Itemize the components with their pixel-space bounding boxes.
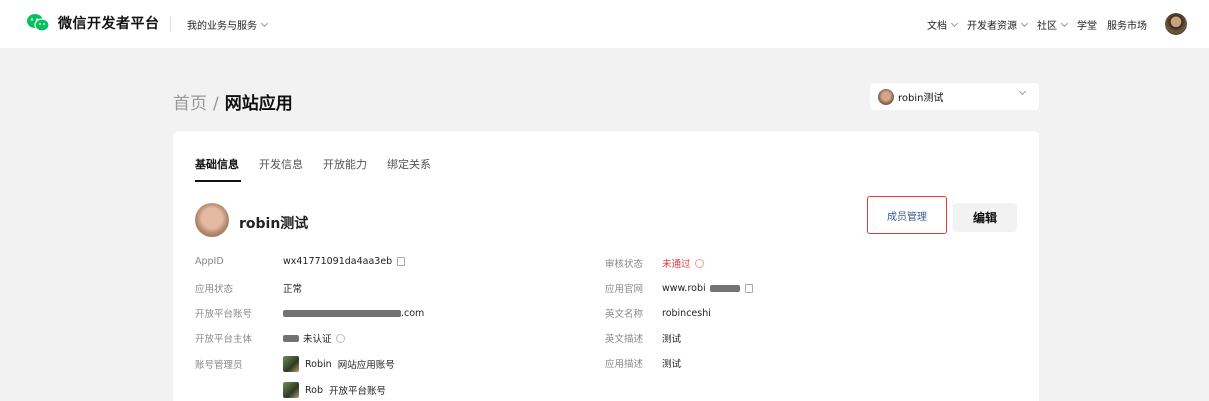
tab-bar: 基础信息 开发信息 开放能力 绑定关系 [195,156,451,182]
info-value: Robin 网站应用账号 [283,356,395,372]
app-selector-value: robin测试 [898,93,944,104]
chevron-down-icon [1018,87,1027,96]
nav-docs[interactable]: 文档 [927,17,959,32]
info-label: 应用状态 [195,284,234,295]
page-title: 网站应用 [224,94,293,114]
copy-icon[interactable] [744,283,753,293]
website-value: www.robi [662,282,706,294]
breadcrumb-separator: / [213,94,219,114]
admin-name: Rob [305,384,324,396]
copy-icon[interactable] [397,257,406,266]
nav-community-label: 社区 [1037,21,1057,32]
platform-account-value: .com [401,307,425,319]
my-business-menu[interactable]: 我的业务与服务 [187,17,269,32]
chevron-down-icon [1020,19,1029,27]
entity-status-value: 未认证 [303,334,332,345]
admin-avatar [283,382,299,398]
app-avatar [195,203,229,237]
info-icon[interactable] [694,258,704,268]
user-avatar[interactable] [1165,13,1187,35]
info-label: 账号管理员 [195,360,243,371]
app-avatar-small [878,88,894,105]
brand-title: 微信开发者平台 [58,16,160,32]
redacted-text [709,284,740,292]
info-label: AppID [195,256,224,267]
redacted-text [283,309,401,317]
admin-avatar [283,356,299,372]
admin-role-value: 网站应用账号 [337,360,395,371]
info-row-platform-entity: 开放平台主体 未认证 [195,331,345,345]
nav-academy[interactable]: 学堂 [1077,17,1097,32]
info-label: 应用官网 [605,284,644,295]
info-label: 审核状态 [605,259,644,270]
nav-service-market-label: 服务市场 [1107,21,1147,32]
nav-dev-resources-label: 开发者资源 [967,21,1017,32]
wechat-logo-icon [26,13,50,33]
nav-academy-label: 学堂 [1077,21,1097,32]
nav-dev-resources[interactable]: 开发者资源 [967,17,1029,32]
nav-docs-label: 文档 [927,21,947,32]
info-row-app-status: 应用状态 正常 [195,281,302,295]
chevron-down-icon [1060,19,1069,27]
top-nav: 文档 开发者资源 社区 学堂 服务市场 [917,17,1147,32]
top-navigation-bar: 微信开发者平台 我的业务与服务 文档 开发者资源 社区 学堂 服务市场 [0,0,1209,48]
info-icon[interactable] [335,333,345,343]
info-row-app-desc: 应用描述 测试 [605,356,681,370]
info-row-english-name: 英文名称 robinceshi [605,306,711,321]
review-status-value: 未通过 [662,259,691,270]
info-row-website: 应用官网 www.robi [605,281,753,295]
app-selector-dropdown[interactable]: robin测试 [870,83,1039,110]
chevron-down-icon [950,19,959,27]
my-business-label: 我的业务与服务 [187,21,257,32]
info-label: 英文名称 [605,309,644,320]
appid-value: wx41771091da4aa3eb [283,256,393,267]
info-label: 应用描述 [605,359,644,370]
app-desc-value: 测试 [662,359,682,370]
tab-basic-info[interactable]: 基础信息 [195,156,241,182]
tab-open-capabilities[interactable]: 开放能力 [323,156,367,182]
info-row-platform-account: 开放平台账号 .com [195,306,424,321]
info-value: 未通过 [662,256,704,270]
info-row-admin: 账号管理员 Robin 网站应用账号 [195,356,395,372]
info-row-admin-2: Rob 开放平台账号 [283,382,386,398]
app-info-card: 基础信息 开发信息 开放能力 绑定关系 robin测试 成员管理 编辑 AppI… [173,131,1039,401]
info-label: 开放平台主体 [195,334,253,345]
info-value: .com [283,308,424,319]
chevron-down-icon [260,19,269,27]
app-name: robin测试 [239,216,309,232]
english-desc-value: 测试 [662,334,682,345]
member-management-button[interactable]: 成员管理 [867,196,947,234]
app-status-value: 正常 [283,284,303,295]
info-value: www.robi [662,283,753,294]
edit-button[interactable]: 编辑 [953,203,1017,232]
breadcrumb-home[interactable]: 首页 [173,89,207,114]
english-name-value: robinceshi [662,307,711,319]
admin-role-value: 开放平台账号 [329,386,387,397]
tab-dev-info[interactable]: 开发信息 [259,156,303,182]
info-row-english-desc: 英文描述 测试 [605,331,681,345]
info-row-appid: AppID wx41771091da4aa3eb [195,256,406,267]
info-label: 开放平台账号 [195,309,253,320]
info-value: 未认证 [283,331,345,345]
redacted-text [283,334,299,342]
info-value: wx41771091da4aa3eb [283,256,406,267]
tab-binding-relations[interactable]: 绑定关系 [387,156,431,182]
info-row-review-status: 审核状态 未通过 [605,256,704,270]
admin-name: Robin [305,358,332,370]
header-divider [170,16,171,32]
breadcrumb: 首页 / 网站应用 [173,89,293,114]
logo[interactable]: 微信开发者平台 [26,13,160,33]
info-label: 英文描述 [605,334,644,345]
nav-service-market[interactable]: 服务市场 [1107,17,1147,32]
nav-community[interactable]: 社区 [1037,17,1069,32]
info-value: Rob 开放平台账号 [283,382,386,398]
